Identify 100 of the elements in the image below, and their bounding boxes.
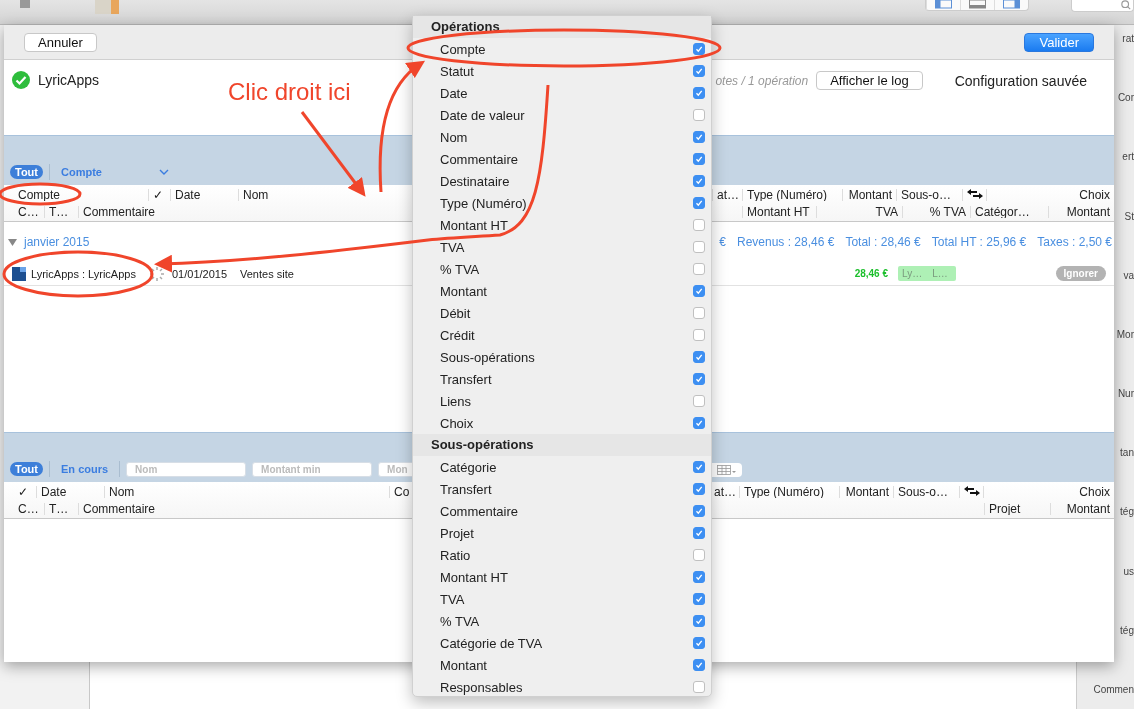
menu-item[interactable]: Transfert [440, 371, 492, 387]
column-header[interactable]: Type (Numéro) [742, 188, 842, 201]
filter-tab[interactable]: Tout [10, 165, 43, 179]
checkbox[interactable] [693, 373, 705, 385]
column-header[interactable]: Choix [986, 188, 1114, 201]
checkbox[interactable] [693, 417, 705, 429]
menu-item[interactable]: Montant HT [440, 569, 508, 585]
column-header[interactable]: Montant HT [742, 205, 816, 218]
checkbox[interactable] [693, 615, 705, 627]
checkbox[interactable] [693, 263, 705, 275]
checkbox[interactable] [693, 505, 705, 517]
column-header[interactable]: Compte [14, 188, 148, 201]
column-header[interactable]: T… [44, 205, 78, 218]
transfer-arrows-icon[interactable] [967, 188, 983, 199]
menu-item[interactable]: Crédit [440, 327, 475, 343]
checkbox[interactable] [693, 593, 705, 605]
checkbox[interactable] [693, 197, 705, 209]
menu-item[interactable]: Choix [440, 415, 474, 431]
checkbox[interactable] [693, 65, 705, 77]
menu-item[interactable]: Responsables [440, 679, 523, 695]
column-header[interactable]: ✓ [14, 485, 36, 498]
menu-item[interactable]: Ratio [440, 547, 471, 563]
panel-label: tan [1120, 447, 1134, 459]
checkbox[interactable] [693, 219, 705, 231]
menu-item[interactable]: Sous-opérations [440, 349, 535, 365]
column-header[interactable]: Sous-o… [893, 485, 959, 498]
checkbox[interactable] [693, 527, 705, 539]
checkbox[interactable] [693, 329, 705, 341]
menu-item[interactable]: Catégorie [440, 459, 497, 475]
menu-item[interactable]: Catégorie de TVA [440, 635, 543, 651]
filter-tab[interactable]: Tout [10, 462, 43, 476]
amount-cell: 28,46 € [854, 268, 888, 279]
column-header[interactable]: Montant [1048, 205, 1114, 218]
menu-item[interactable]: Nom [440, 129, 468, 145]
column-header[interactable]: Date [36, 485, 104, 498]
menu-item[interactable]: TVA [440, 239, 465, 255]
checkbox[interactable] [693, 285, 705, 297]
checkbox[interactable] [693, 483, 705, 495]
checkbox[interactable] [693, 43, 705, 55]
group-total: Total : 28,46 € [845, 235, 921, 249]
checkbox[interactable] [693, 351, 705, 363]
checkbox[interactable] [693, 131, 705, 143]
column-header[interactable]: Choix [983, 485, 1114, 498]
search-field[interactable] [1071, 0, 1134, 12]
menu-item[interactable]: Montant [440, 657, 487, 673]
column-header[interactable]: C… [14, 502, 44, 515]
column-header[interactable]: Sous-o… [896, 188, 962, 201]
menu-item[interactable]: Liens [440, 393, 472, 409]
column-header[interactable]: Montant [842, 188, 896, 201]
column-header[interactable]: Type (Numéro) [739, 485, 839, 498]
checkbox[interactable] [693, 153, 705, 165]
column-header[interactable]: Montant [839, 485, 893, 498]
menu-item[interactable]: Compte [440, 41, 486, 57]
checkbox[interactable] [693, 395, 705, 407]
show-log-button[interactable]: Afficher le log [816, 71, 923, 90]
column-header[interactable]: Date [170, 188, 238, 201]
column-header[interactable]: TVA [816, 205, 902, 218]
search-icon [1121, 0, 1131, 10]
menu-item[interactable]: Projet [440, 525, 474, 541]
checkbox[interactable] [693, 109, 705, 121]
column-header[interactable]: Projet [984, 502, 1050, 515]
menu-item[interactable]: Destinataire [440, 173, 510, 189]
disclosure-triangle-icon[interactable] [8, 237, 17, 247]
checkbox[interactable] [693, 87, 705, 99]
cancel-button[interactable]: Annuler [24, 32, 97, 52]
checkbox[interactable] [693, 637, 705, 649]
checkbox[interactable] [693, 241, 705, 253]
menu-item[interactable]: Date de valeur [440, 107, 525, 123]
column-header[interactable]: Montant [1050, 502, 1114, 515]
column-header[interactable]: % TVA [902, 205, 970, 218]
checkbox[interactable] [693, 175, 705, 187]
group-total: € [719, 235, 726, 249]
filter-field[interactable]: Nom [126, 461, 247, 477]
menu-item[interactable]: Débit [440, 305, 471, 321]
menu-item[interactable]: % TVA [440, 261, 480, 277]
group-total: Revenus : 28,46 € [737, 235, 835, 249]
menu-item[interactable]: Montant HT [440, 217, 508, 233]
column-header[interactable]: Catégor… [970, 205, 1048, 218]
column-header[interactable]: Nom [104, 485, 389, 498]
filter-field[interactable]: Montant min [252, 461, 373, 477]
menu-item[interactable]: TVA [440, 591, 465, 607]
checkbox[interactable] [693, 659, 705, 671]
column-header[interactable]: T… [44, 502, 78, 515]
transfer-arrows-icon[interactable] [964, 485, 980, 496]
column-picker-button[interactable] [712, 463, 742, 477]
checkbox[interactable] [693, 681, 705, 693]
checkbox[interactable] [693, 307, 705, 319]
menu-item[interactable]: Statut [440, 63, 474, 79]
menu-item[interactable]: Commentaire [440, 503, 519, 519]
menu-item[interactable]: % TVA [440, 613, 480, 629]
column-header[interactable]: ✓ [148, 188, 170, 201]
checkbox[interactable] [693, 549, 705, 561]
menu-item[interactable]: Date [440, 85, 468, 101]
checkbox[interactable] [693, 461, 705, 473]
menu-item[interactable]: Montant [440, 283, 487, 299]
menu-item[interactable]: Transfert [440, 481, 492, 497]
menu-item[interactable]: Commentaire [440, 151, 519, 167]
column-header[interactable]: C… [14, 205, 44, 218]
caret-icon[interactable] [158, 169, 169, 175]
checkbox[interactable] [693, 571, 705, 583]
